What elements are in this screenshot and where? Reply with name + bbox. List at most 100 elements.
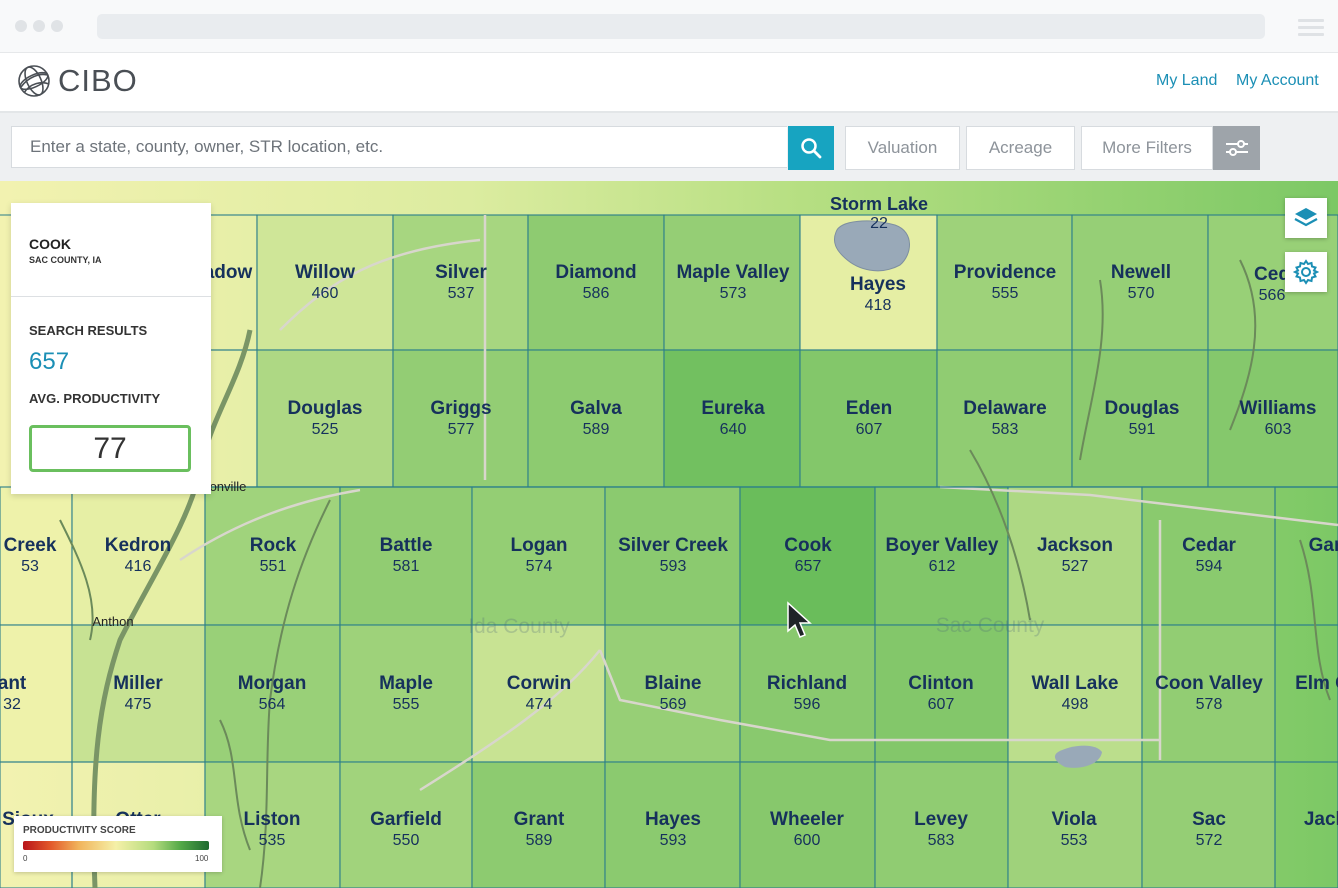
township-value: 593 bbox=[660, 558, 687, 575]
township-name: Logan bbox=[511, 535, 568, 556]
township-cell[interactable] bbox=[605, 487, 740, 625]
township-value: 564 bbox=[259, 696, 286, 713]
township-value: 460 bbox=[312, 285, 339, 302]
browser-menu-icon[interactable] bbox=[1298, 19, 1324, 40]
legend-title: PRODUCTIVITY SCORE bbox=[23, 825, 136, 836]
cibo-logo[interactable]: CIBO bbox=[16, 63, 138, 99]
township-name: Williams bbox=[1240, 398, 1317, 419]
town-label: Anthon bbox=[92, 614, 133, 629]
township-name: Levey bbox=[914, 809, 968, 830]
township-value: 535 bbox=[259, 832, 286, 849]
township-name: Diamond bbox=[555, 262, 636, 283]
township-name: Newell bbox=[1111, 262, 1171, 283]
township-value: 573 bbox=[720, 285, 747, 302]
township-name: Grant bbox=[514, 809, 565, 830]
legend-min: 0 bbox=[23, 854, 28, 863]
selected-township-location: SAC COUNTY, IA bbox=[29, 255, 102, 265]
layers-button[interactable] bbox=[1285, 198, 1327, 238]
township-name: Wheeler bbox=[770, 809, 845, 830]
township-value: 566 bbox=[1259, 287, 1286, 304]
township-cell[interactable] bbox=[205, 487, 340, 625]
township-name: Jackson bbox=[1037, 535, 1113, 556]
selection-info-panel: COOK SAC COUNTY, IA SEARCH RESULTS 657 A… bbox=[11, 203, 211, 494]
township-name: Willow bbox=[295, 262, 355, 283]
township-name: Delaware bbox=[963, 398, 1046, 419]
township-value: 574 bbox=[526, 558, 553, 575]
township-value: 474 bbox=[526, 696, 553, 713]
window-close-dot[interactable] bbox=[15, 20, 27, 32]
township-name: ant bbox=[0, 673, 27, 694]
township-name: adow bbox=[204, 262, 253, 283]
search-input[interactable]: Enter a state, county, owner, STR locati… bbox=[11, 126, 787, 168]
township-value: 537 bbox=[448, 285, 475, 302]
productivity-legend: PRODUCTIVITY SCORE 0 100 bbox=[14, 816, 222, 872]
township-value: 612 bbox=[929, 558, 956, 575]
township-name: Boyer Valley bbox=[885, 535, 998, 556]
township-value: 572 bbox=[1196, 832, 1223, 849]
search-icon bbox=[801, 138, 822, 159]
township-name: Viola bbox=[1051, 809, 1096, 830]
township-value: 555 bbox=[992, 285, 1019, 302]
township-value: 583 bbox=[992, 421, 1019, 438]
township-name: Wall Lake bbox=[1032, 673, 1119, 694]
county-label: Sac County bbox=[936, 614, 1045, 637]
township-value: 416 bbox=[125, 558, 152, 575]
logo-text: CIBO bbox=[58, 63, 138, 98]
township-value: 591 bbox=[1129, 421, 1156, 438]
township-name: Garfield bbox=[370, 809, 442, 830]
township-name: Galva bbox=[570, 398, 622, 419]
window-maximize-dot[interactable] bbox=[51, 20, 63, 32]
township-value: 22 bbox=[870, 215, 888, 232]
globe-icon bbox=[18, 65, 50, 97]
township-value: 553 bbox=[1061, 832, 1088, 849]
township-name: Maple Valley bbox=[676, 262, 789, 283]
acreage-filter-button[interactable]: Acreage bbox=[966, 126, 1075, 170]
township-cell[interactable] bbox=[1142, 487, 1275, 625]
browser-chrome bbox=[0, 0, 1338, 53]
township-name: Richland bbox=[767, 673, 847, 694]
township-value: 578 bbox=[1196, 696, 1223, 713]
township-name: Sac bbox=[1192, 809, 1226, 830]
valuation-filter-button[interactable]: Valuation bbox=[845, 126, 960, 170]
township-name: Gar bbox=[1309, 535, 1338, 556]
township-value: 555 bbox=[393, 696, 420, 713]
township-name: Hayes bbox=[645, 809, 701, 830]
township-name: Eden bbox=[846, 398, 892, 419]
my-account-link[interactable]: My Account bbox=[1236, 72, 1319, 90]
township-value: 32 bbox=[3, 696, 21, 713]
township-cell[interactable] bbox=[472, 487, 605, 625]
township-value: 589 bbox=[583, 421, 610, 438]
town-label: onville bbox=[210, 479, 247, 494]
township-name: Cedar bbox=[1182, 535, 1236, 556]
township-name: Blaine bbox=[644, 673, 701, 694]
more-filters-button[interactable]: More Filters bbox=[1081, 126, 1213, 170]
township-name: Liston bbox=[244, 809, 301, 830]
township-name: Maple bbox=[379, 673, 433, 694]
township-cell[interactable] bbox=[875, 487, 1008, 625]
township-value: 551 bbox=[260, 558, 287, 575]
township-value: 527 bbox=[1062, 558, 1089, 575]
filter-settings-button[interactable] bbox=[1213, 126, 1260, 170]
township-value: 607 bbox=[856, 421, 883, 438]
township-value: 589 bbox=[526, 832, 553, 849]
mouse-cursor-icon bbox=[787, 601, 812, 638]
window-minimize-dot[interactable] bbox=[33, 20, 45, 32]
map-settings-button[interactable] bbox=[1285, 252, 1327, 292]
my-land-link[interactable]: My Land bbox=[1156, 72, 1217, 90]
township-name: Morgan bbox=[238, 673, 307, 694]
search-toolbar: Enter a state, county, owner, STR locati… bbox=[0, 113, 1338, 181]
search-button[interactable] bbox=[788, 126, 834, 170]
township-name: Silver bbox=[435, 262, 487, 283]
gear-icon bbox=[1293, 259, 1319, 285]
address-bar[interactable] bbox=[97, 14, 1265, 39]
county-label: Ida County bbox=[468, 615, 570, 638]
township-name: Eureka bbox=[701, 398, 765, 419]
township-cell[interactable] bbox=[0, 487, 72, 625]
township-name: Silver Creek bbox=[618, 535, 728, 556]
township-name: Creek bbox=[4, 535, 57, 556]
township-cell[interactable] bbox=[340, 487, 472, 625]
township-value: 596 bbox=[794, 696, 821, 713]
legend-max: 100 bbox=[195, 854, 209, 863]
township-value: 581 bbox=[393, 558, 420, 575]
township-value: 600 bbox=[794, 832, 821, 849]
